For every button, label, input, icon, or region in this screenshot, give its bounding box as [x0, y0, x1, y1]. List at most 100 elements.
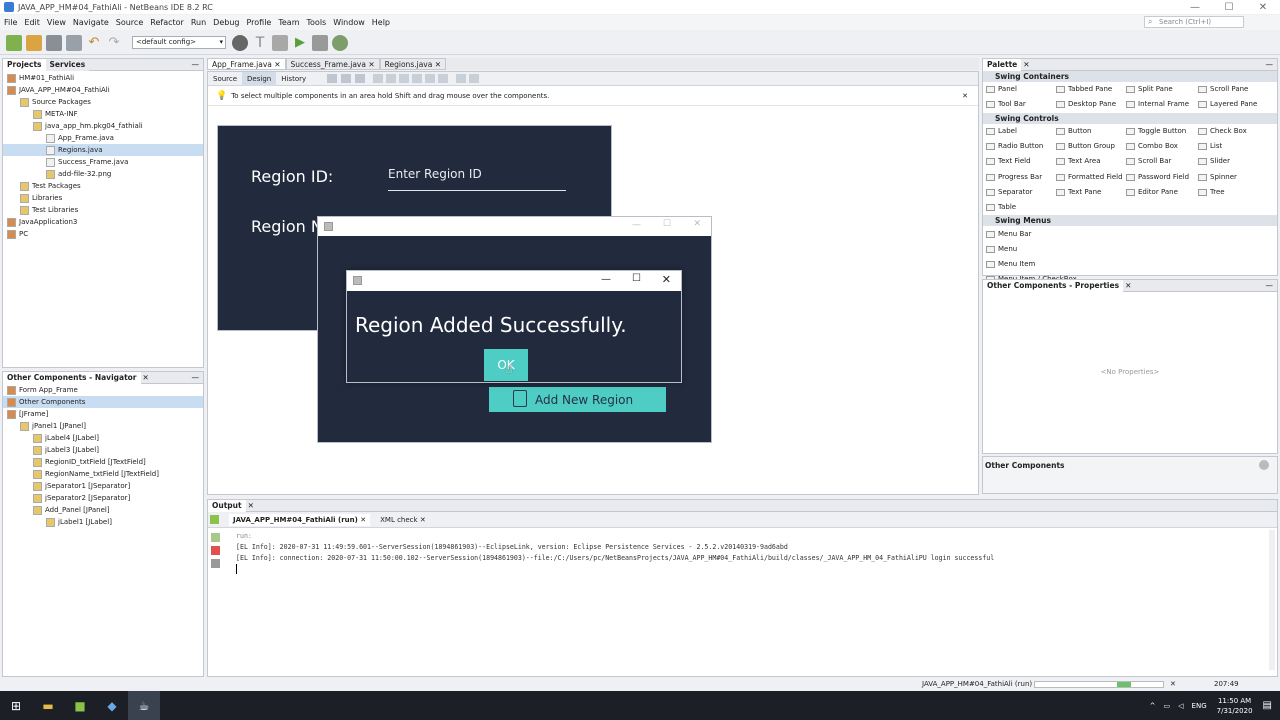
minimize-panel-icon[interactable]: — [192, 60, 200, 69]
subtab-source[interactable]: Source [208, 75, 242, 83]
rerun-icon[interactable] [211, 533, 220, 542]
menu-source[interactable]: Source [116, 18, 143, 27]
project-tree-item[interactable]: java_app_hm.pkg04_fathiali [3, 120, 203, 132]
palette-item[interactable]: Menu Item [986, 257, 1126, 272]
navigator-tree-item[interactable]: [JFrame] [3, 408, 203, 420]
close-tab-icon[interactable]: ✕ [248, 501, 254, 510]
palette-item[interactable]: Menu [986, 242, 1126, 257]
tab-palette[interactable]: Palette [983, 58, 1022, 71]
tab-services[interactable]: Services [45, 58, 90, 71]
palette-item[interactable]: Text Pane [1056, 185, 1126, 200]
file-explorer-icon[interactable]: ▬ [32, 691, 64, 720]
palette-item[interactable]: Menu Bar [986, 226, 1126, 241]
menu-file[interactable]: File [4, 18, 17, 27]
palette-item[interactable]: Tool Bar [986, 97, 1056, 112]
menu-refactor[interactable]: Refactor [150, 18, 184, 27]
tab-projects[interactable]: Projects [3, 58, 46, 71]
palette-item[interactable]: Table [986, 200, 1056, 215]
navigator-tree-item[interactable]: Add_Panel [JPanel] [3, 504, 203, 516]
settings-icon[interactable] [211, 559, 220, 568]
palette-item[interactable]: Combo Box [1126, 139, 1198, 154]
tab-app-frame[interactable]: App_Frame.java ✕ [207, 58, 286, 70]
close-tab-icon[interactable]: ✕ [143, 373, 149, 382]
tab-properties[interactable]: Other Components - Properties [983, 279, 1124, 292]
palette-item[interactable]: Tabbed Pane [1056, 82, 1126, 97]
palette-item[interactable]: Radio Button [986, 139, 1056, 154]
palette-item[interactable]: Check Box [1198, 124, 1268, 139]
project-tree-item[interactable]: Regions.java [3, 144, 203, 156]
clean-build-icon[interactable]: T [252, 35, 268, 51]
close-button[interactable]: ✕ [662, 273, 671, 286]
palette-item[interactable]: Panel [986, 82, 1056, 97]
globe-icon[interactable] [232, 34, 248, 51]
vertical-scrollbar[interactable] [1269, 530, 1275, 670]
close-button[interactable]: ✕ [693, 219, 701, 229]
search-input[interactable]: ⌕ Search (Ctrl+I) [1144, 16, 1244, 28]
maximize-button[interactable]: ☐ [1212, 0, 1246, 14]
minimize-panel-icon[interactable]: — [1266, 60, 1274, 69]
palette-item[interactable]: List [1198, 139, 1268, 154]
palette-item[interactable]: Toggle Button [1126, 124, 1198, 139]
connection-mode-icon[interactable] [341, 74, 352, 83]
clock[interactable]: 11:50 AM 7/31/2020 [1217, 696, 1253, 716]
tab-xml-check[interactable]: XML check ✕ [376, 514, 430, 526]
undo-icon[interactable]: ↶ [86, 35, 102, 51]
profile-icon[interactable] [332, 34, 348, 51]
resize-horizontal-icon[interactable] [456, 74, 467, 83]
project-tree-item[interactable]: PC [3, 228, 203, 240]
minimize-button[interactable]: — [632, 220, 641, 230]
center-horizontal-icon[interactable] [399, 74, 410, 83]
palette-item[interactable]: Slider [1198, 154, 1268, 169]
center-vertical-icon[interactable] [438, 74, 449, 83]
project-tree-item[interactable]: Libraries [3, 192, 203, 204]
align-bottom-icon[interactable] [425, 74, 436, 83]
navigator-tree-item[interactable]: jLabel4 [JLabel] [3, 432, 203, 444]
menu-navigate[interactable]: Navigate [73, 18, 109, 27]
menu-window[interactable]: Window [333, 18, 365, 27]
preview-design-icon[interactable] [355, 74, 366, 83]
debug-icon[interactable] [312, 34, 328, 51]
redo-icon[interactable]: ↷ [106, 35, 122, 51]
navigator-tree-item[interactable]: jSeparator2 [JSeparator] [3, 492, 203, 504]
language-indicator[interactable]: ENG [1192, 702, 1207, 710]
palette-item[interactable]: Button [1056, 124, 1126, 139]
volume-icon[interactable]: ◁ [1178, 702, 1183, 710]
palette-item[interactable]: Scroll Bar [1126, 154, 1198, 169]
palette-item[interactable]: Split Pane [1126, 82, 1198, 97]
help-icon[interactable] [1259, 460, 1269, 470]
minimize-button[interactable]: — [601, 274, 611, 285]
subtab-design[interactable]: Design [242, 71, 277, 86]
palette-item[interactable]: Scroll Pane [1198, 82, 1268, 97]
navigator-tree-item[interactable]: jSeparator1 [JSeparator] [3, 480, 203, 492]
palette-item[interactable]: Internal Frame [1126, 97, 1198, 112]
project-tree-item[interactable]: Source Packages [3, 96, 203, 108]
project-tree-item[interactable]: add-file-32.png [3, 168, 203, 180]
cube-app-icon[interactable]: ◆ [96, 691, 128, 720]
network-icon[interactable]: ▭ [1164, 702, 1171, 710]
palette-item[interactable]: Spinner [1198, 169, 1268, 184]
palette-item[interactable]: Layered Pane [1198, 97, 1268, 112]
minimize-panel-icon[interactable]: — [1266, 281, 1274, 290]
menu-edit[interactable]: Edit [24, 18, 40, 27]
navigator-tree-item[interactable]: jPanel1 [JPanel] [3, 420, 203, 432]
close-tab-icon[interactable]: ✕ [1023, 60, 1029, 69]
menu-debug[interactable]: Debug [213, 18, 239, 27]
region-id-field[interactable]: Enter Region ID [388, 167, 566, 191]
tab-regions[interactable]: Regions.java ✕ [379, 58, 446, 70]
add-new-region-button[interactable]: Add New Region [489, 387, 666, 412]
navigator-tree-item[interactable]: jLabel3 [JLabel] [3, 444, 203, 456]
selection-mode-icon[interactable] [327, 74, 338, 83]
palette-item[interactable]: Label [986, 124, 1056, 139]
project-tree-item[interactable]: Test Libraries [3, 204, 203, 216]
palette-section-header[interactable]: Swing Menus [983, 215, 1277, 227]
menu-profile[interactable]: Profile [246, 18, 271, 27]
maximize-button[interactable]: ☐ [632, 273, 641, 284]
palette-item[interactable]: Desktop Pane [1056, 97, 1126, 112]
minimize-button[interactable]: — [1178, 0, 1212, 14]
navigator-tree-item[interactable]: jLabel1 [JLabel] [3, 516, 203, 528]
stop-icon[interactable] [211, 546, 220, 555]
rerun-icon[interactable] [210, 515, 219, 524]
java-taskbar-icon[interactable]: ☕ [128, 691, 160, 720]
palette-item[interactable]: Editor Pane [1126, 185, 1198, 200]
tab-success-frame[interactable]: Success_Frame.java ✕ [285, 58, 380, 70]
